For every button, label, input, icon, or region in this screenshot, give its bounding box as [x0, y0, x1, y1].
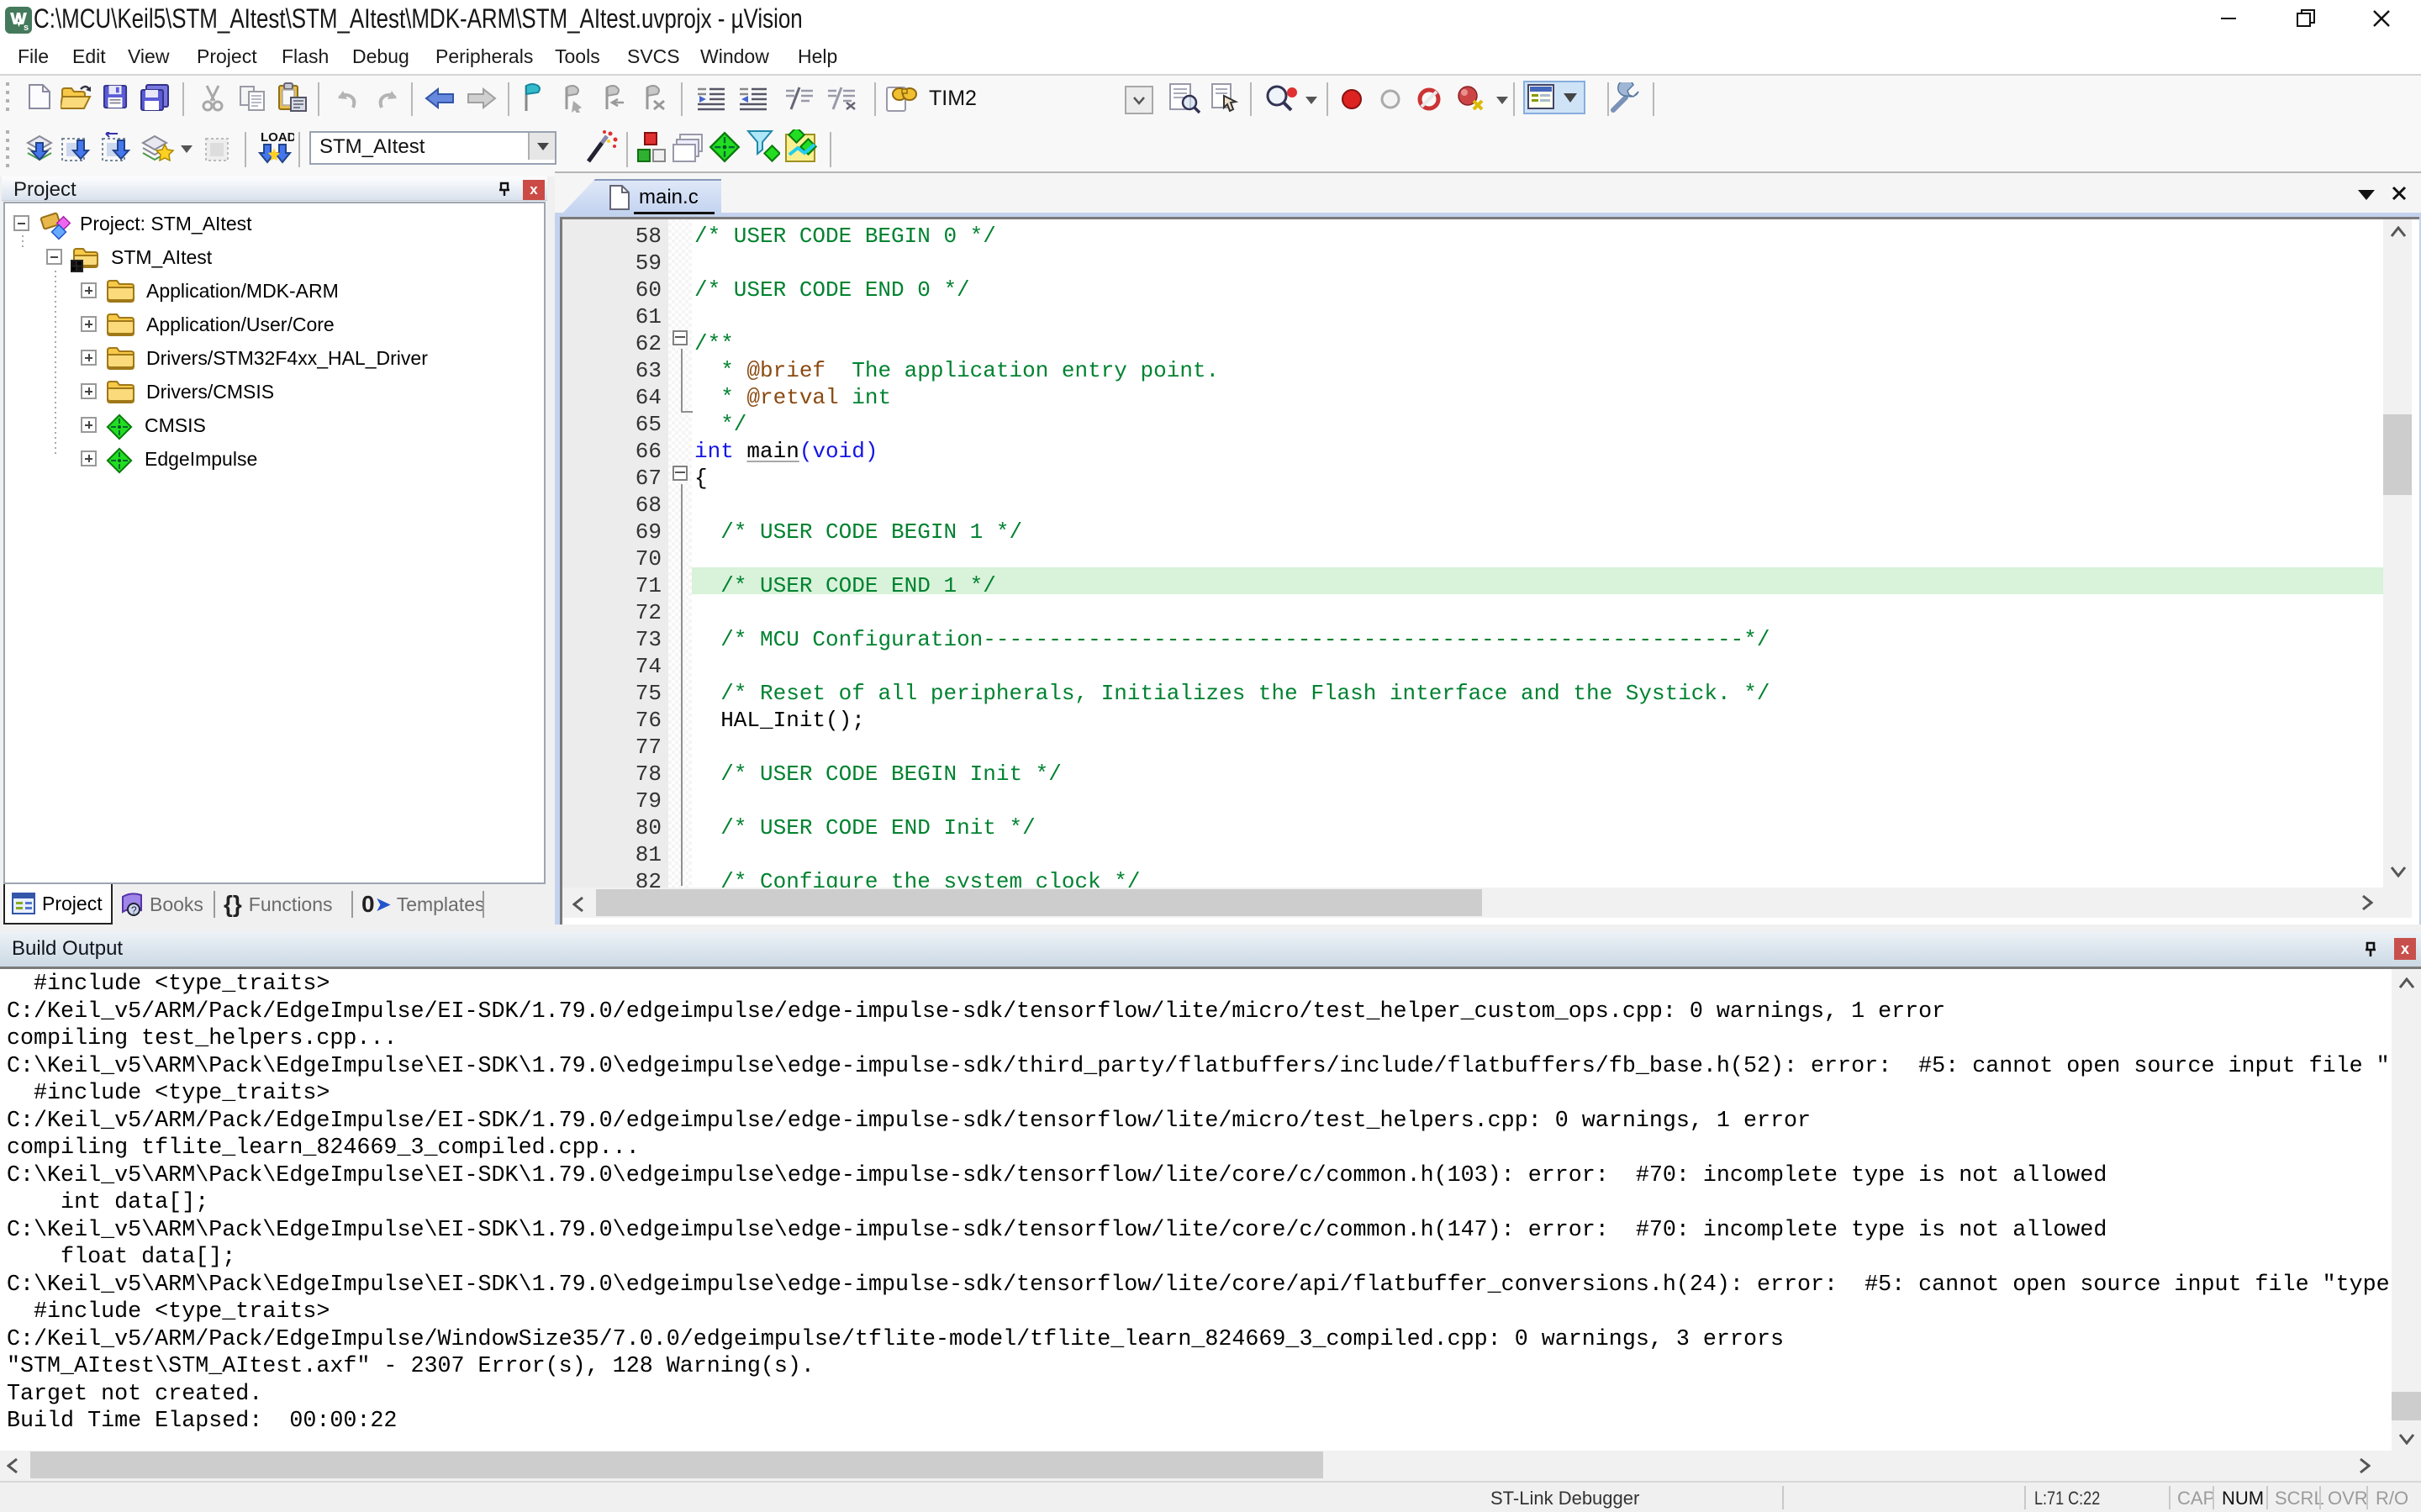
svg-text:s: s [24, 23, 29, 33]
svg-text:LOAD: LOAD [261, 130, 294, 145]
svg-text:?: ? [131, 904, 137, 916]
